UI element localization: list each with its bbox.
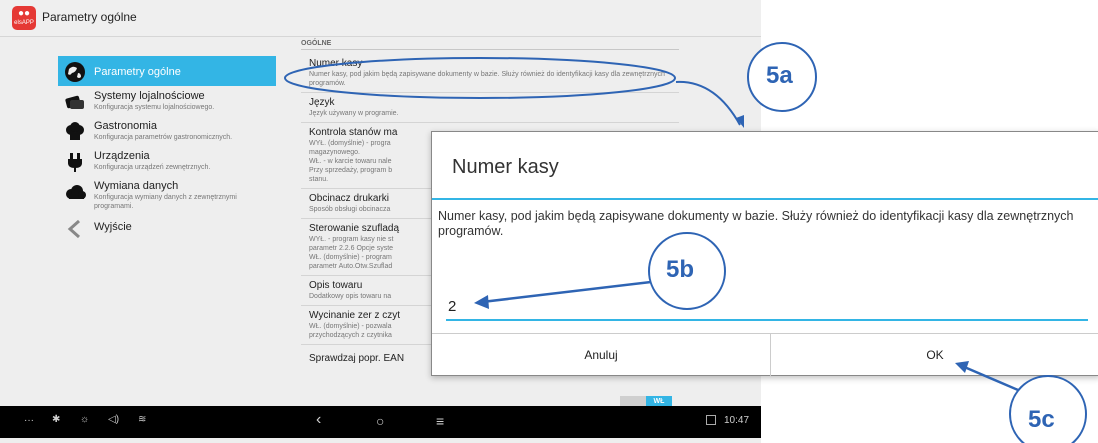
annotation-arrow-5b: [481, 280, 652, 304]
arrow-head-5b: [474, 295, 489, 309]
annotation-label-5a: 5a: [766, 62, 793, 89]
annotation-label-5c: 5c: [1028, 406, 1055, 433]
annotation-label-5b: 5b: [666, 256, 695, 283]
annotation-overlay-top: [474, 232, 1087, 443]
annotation-arrow-5c: [961, 364, 1019, 392]
arrow-head-5c: [955, 361, 969, 373]
